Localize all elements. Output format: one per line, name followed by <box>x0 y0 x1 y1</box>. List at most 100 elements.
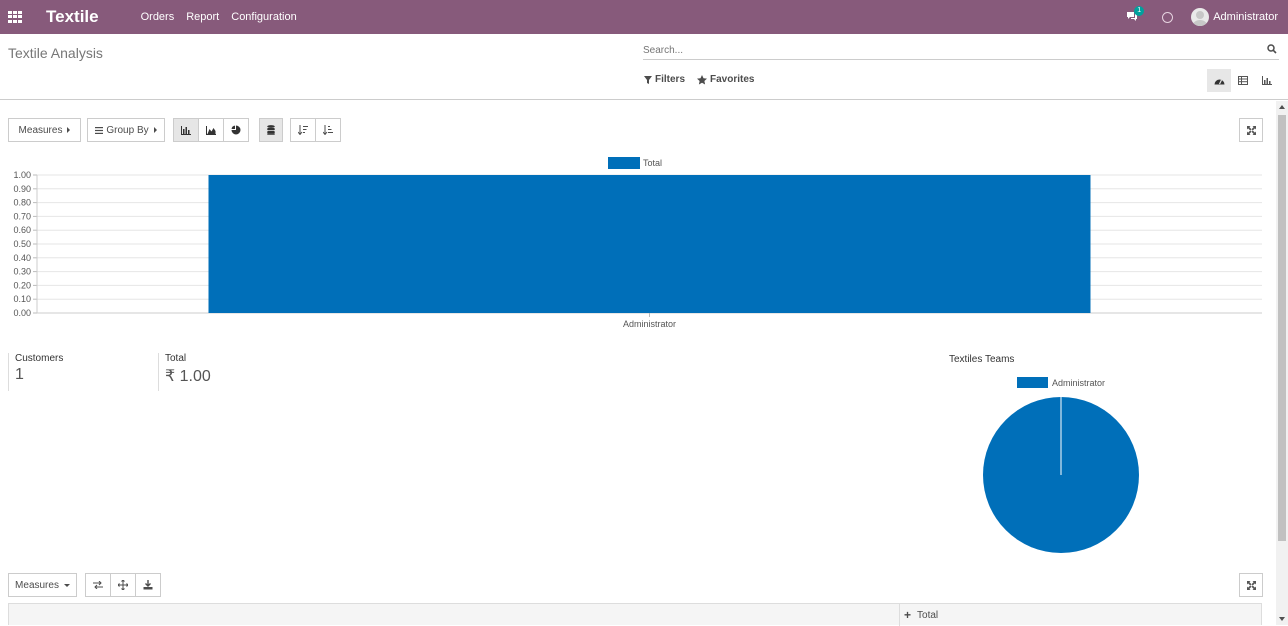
pie-chart-title: Textiles Teams <box>949 354 1015 365</box>
dashboard-view-button[interactable] <box>1207 69 1231 92</box>
pie-chart-icon <box>231 125 241 135</box>
graph-view-button[interactable] <box>1255 69 1279 92</box>
sort-ascending-icon <box>323 125 333 135</box>
area-chart-icon <box>206 125 216 135</box>
list-icon <box>95 126 104 134</box>
y-tick-label: 0.90 <box>13 184 31 194</box>
x-tick-label: Administrator <box>623 319 676 329</box>
kpi-customers[interactable]: Customers 1 <box>8 353 158 391</box>
stacked-button[interactable] <box>259 118 283 142</box>
search-input[interactable] <box>643 42 1243 58</box>
menu-configuration[interactable]: Configuration <box>231 11 296 23</box>
control-panel: Textile Analysis Filters Favorites <box>0 34 1288 100</box>
y-tick-label: 0.70 <box>13 211 31 221</box>
measures-dropdown[interactable]: Measures <box>8 118 81 142</box>
page-scrollbar[interactable] <box>1276 101 1288 625</box>
user-name[interactable]: Administrator <box>1213 11 1278 23</box>
kpi-label: Total <box>165 353 187 364</box>
y-tick-label: 0.00 <box>13 308 31 318</box>
y-tick-label: 0.10 <box>13 294 31 304</box>
bar-chart-icon <box>1262 76 1272 85</box>
y-tick-label: 0.30 <box>13 267 31 277</box>
favorites-label: Favorites <box>710 74 755 85</box>
legend-swatch <box>1017 377 1048 388</box>
chat-badge: 1 <box>1134 6 1145 16</box>
measures-label: Measures <box>18 124 63 136</box>
y-tick-label: 0.60 <box>13 225 31 235</box>
scroll-up-arrow[interactable] <box>1279 105 1285 109</box>
chat-icon[interactable]: 1 <box>1126 6 1145 23</box>
expand-icon <box>1246 125 1256 135</box>
sort-ascending-button[interactable] <box>315 118 341 142</box>
dashboard-icon <box>1214 79 1224 85</box>
legend-swatch <box>608 157 640 169</box>
y-tick-label: 0.20 <box>13 280 31 290</box>
group-by-label: Group By <box>106 124 149 136</box>
group-by-dropdown[interactable]: Group By <box>87 118 165 142</box>
bar-chart-icon <box>181 125 191 135</box>
exchange-icon <box>93 581 103 589</box>
y-tick-label: 0.80 <box>13 198 31 208</box>
download-icon <box>143 580 153 590</box>
y-tick-label: 1.00 <box>13 170 31 180</box>
apps-menu-icon[interactable] <box>8 11 22 23</box>
menu-report[interactable]: Report <box>186 11 219 23</box>
kpi-total[interactable]: Total ₹ 1.00 <box>158 353 308 391</box>
search-bar <box>643 42 1279 60</box>
top-navbar: Textile Orders Report Configuration 1 Ad… <box>0 0 1288 34</box>
dashboard-content: Measures Group By 0.00 0.10 0.20 0.30 0.40 0.… <box>0 101 1276 626</box>
download-button[interactable] <box>135 573 161 597</box>
filters-label: Filters <box>655 74 686 85</box>
sort-descending-icon <box>298 125 308 135</box>
scrollbar-thumb[interactable] <box>1278 115 1286 541</box>
expand-graph-button[interactable] <box>1239 118 1263 142</box>
line-chart-button[interactable] <box>198 118 224 142</box>
pivot-table-header: + Total <box>8 603 1263 626</box>
kpi-label: Customers <box>15 353 64 364</box>
expand-all-button[interactable] <box>110 573 136 597</box>
search-icon[interactable] <box>1267 44 1277 57</box>
chart-type-group <box>173 118 249 142</box>
view-switcher <box>1207 69 1279 92</box>
sort-group <box>290 118 341 142</box>
pivot-view-button[interactable] <box>1231 69 1255 92</box>
pie-chart: Administrator <box>960 371 1170 561</box>
caret-down-icon <box>63 583 70 587</box>
kpi-value: 1 <box>15 366 24 383</box>
pie-chart-svg: Administrator <box>983 377 1139 553</box>
pivot-total-header[interactable]: + Total <box>899 604 1263 626</box>
caret-right-icon <box>67 127 71 133</box>
database-icon <box>267 125 275 135</box>
filters-button[interactable]: Filters <box>644 74 685 85</box>
pivot-measures-dropdown[interactable]: Measures <box>8 573 77 597</box>
plus-icon: + <box>904 608 912 622</box>
legend-label: Administrator <box>1052 378 1105 388</box>
activity-clock-icon[interactable] <box>1162 11 1174 23</box>
expand-icon <box>1246 580 1256 590</box>
arrows-icon <box>118 580 128 590</box>
pie-chart-button[interactable] <box>223 118 249 142</box>
caret-right-icon <box>153 127 157 133</box>
y-tick-label: 0.40 <box>13 253 31 263</box>
menu-orders[interactable]: Orders <box>141 11 175 23</box>
sort-descending-button[interactable] <box>290 118 316 142</box>
filter-icon <box>644 75 652 84</box>
y-tick-label: 0.50 <box>13 239 31 249</box>
kpi-value: ₹ 1.00 <box>165 368 211 385</box>
scroll-down-arrow[interactable] <box>1279 617 1285 621</box>
favorites-button[interactable]: Favorites <box>697 74 754 85</box>
app-brand[interactable]: Textile <box>46 7 99 27</box>
pivot-actions-group <box>85 573 161 597</box>
bar-chart-button[interactable] <box>173 118 199 142</box>
pivot-measures-label: Measures <box>15 579 59 591</box>
bar <box>208 175 1091 313</box>
bar-chart: 0.00 0.10 0.20 0.30 0.40 0.50 0.60 0.70 0.80 0.90… <box>0 146 1276 346</box>
table-icon <box>1238 76 1248 85</box>
star-icon <box>697 74 707 84</box>
flip-axis-button[interactable] <box>85 573 111 597</box>
avatar[interactable] <box>1191 8 1210 26</box>
bar-chart-svg: 0.00 0.10 0.20 0.30 0.40 0.50 0.60 0.70 0.80 0.90… <box>13 157 1262 329</box>
expand-pivot-button[interactable] <box>1239 573 1263 597</box>
page-title: Textile Analysis <box>8 45 103 61</box>
pivot-total-label: Total <box>917 609 939 621</box>
